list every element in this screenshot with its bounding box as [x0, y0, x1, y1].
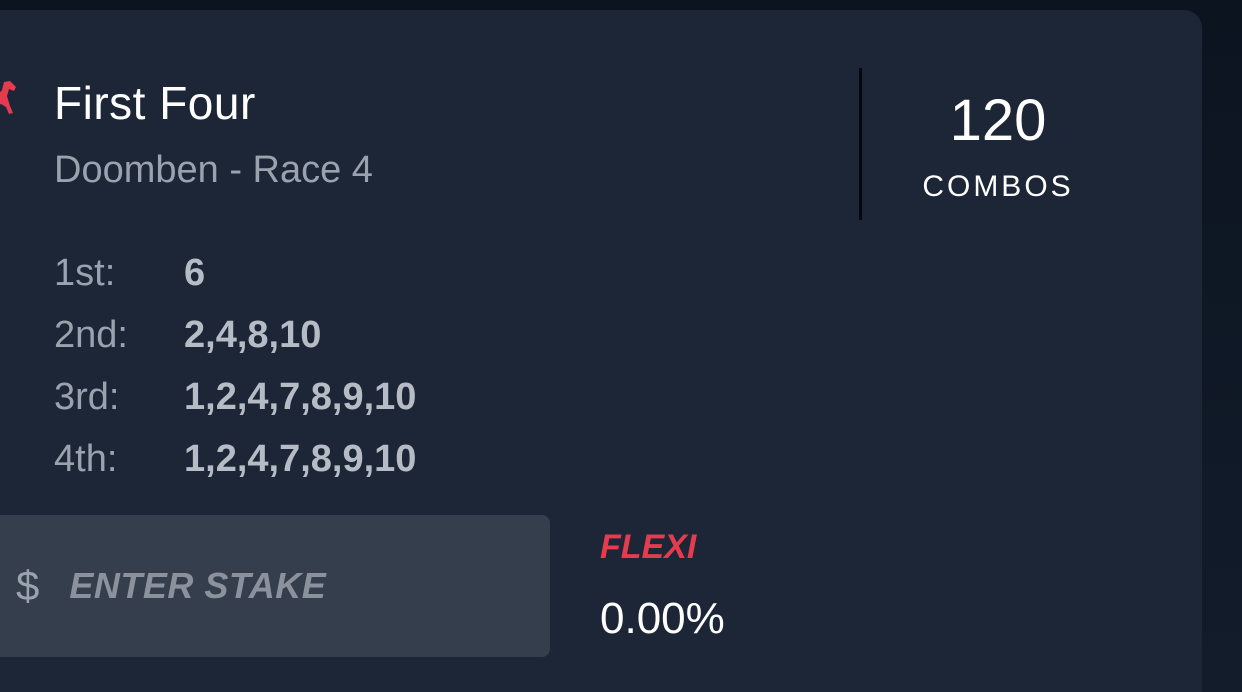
leg-row: 2nd: 2,4,8,10 — [54, 304, 416, 366]
leg-label: 3rd: — [54, 375, 120, 418]
stake-placeholder: ENTER STAKE — [69, 565, 327, 606]
combos-count: 120 — [949, 88, 1047, 153]
leg-row: 1st: 6 — [54, 242, 416, 304]
race-subtitle: Doomben - Race 4 — [54, 149, 373, 191]
currency-symbol: $ — [16, 562, 40, 609]
selections-list: 1st: 6 2nd: 2,4,8,10 3rd: 1,2,4,7,8,9,10… — [54, 242, 416, 490]
leg-label: 2nd: — [54, 313, 128, 356]
bet-card: First Four Doomben - Race 4 1st: 6 2nd: … — [0, 10, 1202, 692]
vertical-divider — [859, 68, 862, 220]
stake-input[interactable]: $ ENTER STAKE — [0, 515, 550, 657]
flexi-percentage: 0.00% — [600, 594, 725, 643]
combos-label: COMBOS — [922, 170, 1074, 203]
leg-selection: 1,2,4,7,8,9,10 — [184, 437, 417, 480]
leg-row: 4th: 1,2,4,7,8,9,10 — [54, 428, 416, 490]
leg-label: 4th: — [54, 437, 118, 480]
leg-selection: 6 — [184, 251, 206, 294]
stage: First Four Doomben - Race 4 1st: 6 2nd: … — [0, 0, 1242, 692]
leg-row: 3rd: 1,2,4,7,8,9,10 — [54, 366, 416, 428]
leg-label: 1st: — [54, 251, 116, 294]
horse-icon — [0, 81, 16, 114]
leg-selection: 1,2,4,7,8,9,10 — [184, 375, 417, 418]
leg-selection: 2,4,8,10 — [184, 313, 322, 356]
flexi-label: FLEXI — [600, 528, 697, 566]
bet-title: First Four — [54, 77, 256, 129]
